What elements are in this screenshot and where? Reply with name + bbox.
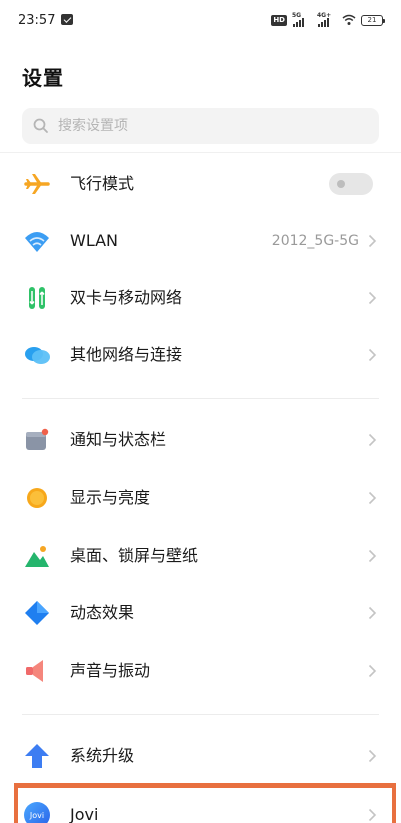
highlight-box — [14, 783, 396, 823]
section-divider — [22, 714, 379, 715]
message-notification-icon — [61, 14, 73, 25]
display-brightness-icon — [27, 488, 47, 508]
airplane-mode-toggle[interactable] — [329, 173, 373, 195]
battery-icon: 21 — [361, 14, 385, 26]
chevron-right-icon — [368, 433, 377, 447]
chevron-right-icon — [368, 348, 377, 362]
setting-item-label: 显示与亮度 — [70, 488, 151, 507]
notification-icon — [26, 428, 49, 450]
setting-item-label: 系统升级 — [70, 746, 135, 765]
wlan-network-name: 2012_5G-5G — [271, 233, 359, 249]
page-title: 设置 — [22, 66, 64, 90]
sim2-signal-icon: 4G+ — [317, 12, 337, 27]
search-icon — [33, 118, 48, 133]
setting-item-dynamic-effects[interactable]: 动态效果 — [0, 585, 401, 641]
section-divider — [22, 398, 379, 399]
setting-item-wallpaper[interactable]: 桌面、锁屏与壁纸 — [0, 528, 401, 584]
setting-item-airplane-mode[interactable]: 飞行模式 — [0, 156, 401, 212]
setting-item-label: 双卡与移动网络 — [70, 288, 183, 307]
setting-item-label: 飞行模式 — [70, 174, 135, 193]
hd-voice-icon: HD — [271, 14, 287, 26]
chevron-right-icon — [368, 749, 377, 763]
status-indicators: HD 5G 4G+ 21 — [271, 12, 385, 28]
setting-item-label: 桌面、锁屏与壁纸 — [70, 546, 199, 565]
chevron-right-icon — [368, 664, 377, 678]
setting-item-system-upgrade[interactable]: 系统升级 — [0, 728, 401, 784]
status-bar: 23:57 HD 5G 4G+ 21 — [0, 0, 401, 40]
chevron-right-icon — [368, 291, 377, 305]
search-input[interactable] — [58, 108, 358, 144]
sound-icon — [26, 660, 43, 682]
setting-item-label: WLAN — [70, 231, 119, 250]
chevron-right-icon — [368, 234, 377, 248]
setting-item-dual-sim[interactable]: 双卡与移动网络 — [0, 270, 401, 326]
wallpaper-icon — [25, 546, 49, 567]
setting-item-other-networks[interactable]: 其他网络与连接 — [0, 327, 401, 383]
other-network-icon — [25, 347, 50, 364]
airplane-icon — [24, 174, 50, 194]
wifi-status-icon — [342, 14, 356, 25]
setting-item-display[interactable]: 显示与亮度 — [0, 470, 401, 526]
sim1-signal-icon: 5G — [292, 12, 312, 27]
header-divider — [0, 152, 401, 153]
chevron-right-icon — [368, 549, 377, 563]
search-box[interactable] — [22, 108, 379, 144]
system-upgrade-icon — [25, 744, 49, 768]
wifi-icon — [25, 232, 49, 252]
setting-item-label: 声音与振动 — [70, 661, 151, 680]
setting-item-label: 其他网络与连接 — [70, 345, 183, 364]
dual-sim-icon — [29, 287, 45, 309]
setting-item-label: 动态效果 — [70, 603, 135, 622]
setting-item-label: 通知与状态栏 — [70, 430, 167, 449]
status-time: 23:57 — [18, 13, 56, 28]
setting-item-notifications[interactable]: 通知与状态栏 — [0, 412, 401, 468]
chevron-right-icon — [368, 491, 377, 505]
dynamic-effect-icon — [25, 601, 49, 625]
chevron-right-icon — [368, 606, 377, 620]
setting-item-sound[interactable]: 声音与振动 — [0, 643, 401, 699]
setting-item-wlan[interactable]: WLAN 2012_5G-5G — [0, 213, 401, 269]
